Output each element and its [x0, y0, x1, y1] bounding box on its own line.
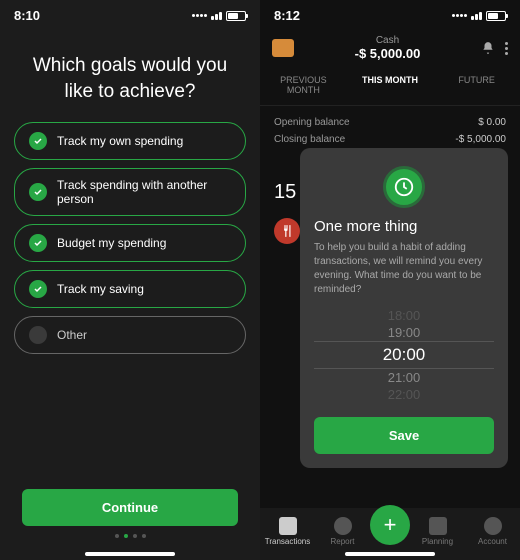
- day-number: 15: [274, 181, 296, 204]
- goal-options: Track my own spending Track spending wit…: [0, 122, 260, 354]
- nav-account[interactable]: Account: [465, 517, 520, 546]
- goal-option-shared-spending[interactable]: Track spending with another person: [14, 168, 246, 216]
- home-indicator: [345, 552, 435, 556]
- goal-label: Track my saving: [57, 282, 144, 296]
- opening-label: Opening balance: [274, 117, 350, 128]
- nav-report[interactable]: Report: [315, 517, 370, 546]
- check-icon: [29, 183, 47, 201]
- month-tabs: PREVIOUS MONTH THIS MONTH FUTURE: [260, 65, 520, 106]
- transactions-screen: 8:12 Cash -$ 5,000.00 PREVIOUS MONTH THI…: [260, 0, 520, 560]
- save-button[interactable]: Save: [314, 417, 494, 454]
- reminder-modal: One more thing To help you build a habit…: [300, 148, 508, 468]
- picker-selected[interactable]: 20:00: [314, 341, 494, 369]
- picker-option[interactable]: 22:00: [314, 386, 494, 403]
- continue-button[interactable]: Continue: [22, 489, 238, 526]
- battery-icon: [486, 11, 506, 21]
- goal-option-saving[interactable]: Track my saving: [14, 270, 246, 308]
- status-time: 8:10: [14, 8, 40, 23]
- check-icon: [29, 326, 47, 344]
- account-label: Cash: [355, 35, 421, 46]
- closing-label: Closing balance: [274, 134, 345, 145]
- bell-icon[interactable]: [481, 41, 495, 55]
- more-icon[interactable]: [505, 42, 508, 55]
- picker-option[interactable]: 19:00: [314, 324, 494, 341]
- check-icon: [29, 132, 47, 150]
- wifi-icon: [211, 12, 222, 20]
- onboarding-title: Which goals would you like to achieve?: [0, 31, 260, 122]
- tab-future[interactable]: FUTURE: [433, 71, 520, 99]
- check-icon: [29, 234, 47, 252]
- status-bar: 8:12: [260, 0, 520, 31]
- cellular-icon: [192, 14, 207, 17]
- modal-text: To help you build a habit of adding tran…: [314, 241, 494, 297]
- time-picker[interactable]: 18:00 19:00 20:00 21:00 22:00: [314, 307, 494, 403]
- nav-planning[interactable]: Planning: [410, 517, 465, 546]
- battery-icon: [226, 11, 246, 21]
- account-balance: -$ 5,000.00: [355, 46, 421, 61]
- page-dots: [0, 534, 260, 538]
- clock-icon: [383, 166, 425, 208]
- goal-option-own-spending[interactable]: Track my own spending: [14, 122, 246, 160]
- tab-this-month[interactable]: THIS MONTH: [347, 71, 434, 99]
- account-header: Cash -$ 5,000.00: [260, 31, 520, 65]
- wallet-icon[interactable]: [272, 39, 294, 57]
- nav-transactions[interactable]: Transactions: [260, 517, 315, 546]
- picker-option[interactable]: 18:00: [314, 307, 494, 324]
- goal-label: Track spending with another person: [57, 178, 231, 206]
- add-button[interactable]: +: [370, 505, 410, 545]
- picker-option[interactable]: 21:00: [314, 369, 494, 386]
- cellular-icon: [452, 14, 467, 17]
- modal-title: One more thing: [314, 218, 494, 235]
- check-icon: [29, 280, 47, 298]
- goal-label: Other: [57, 328, 87, 342]
- home-indicator: [85, 552, 175, 556]
- goal-option-other[interactable]: Other: [14, 316, 246, 354]
- food-icon: [274, 218, 300, 244]
- wifi-icon: [471, 12, 482, 20]
- goal-option-budget[interactable]: Budget my spending: [14, 224, 246, 262]
- closing-value: -$ 5,000.00: [455, 134, 506, 145]
- status-time: 8:12: [274, 8, 300, 23]
- tab-previous[interactable]: PREVIOUS MONTH: [260, 71, 347, 99]
- opening-value: $ 0.00: [478, 117, 506, 128]
- goal-label: Budget my spending: [57, 236, 166, 250]
- goal-label: Track my own spending: [57, 134, 183, 148]
- status-bar: 8:10: [0, 0, 260, 31]
- onboarding-screen: 8:10 Which goals would you like to achie…: [0, 0, 260, 560]
